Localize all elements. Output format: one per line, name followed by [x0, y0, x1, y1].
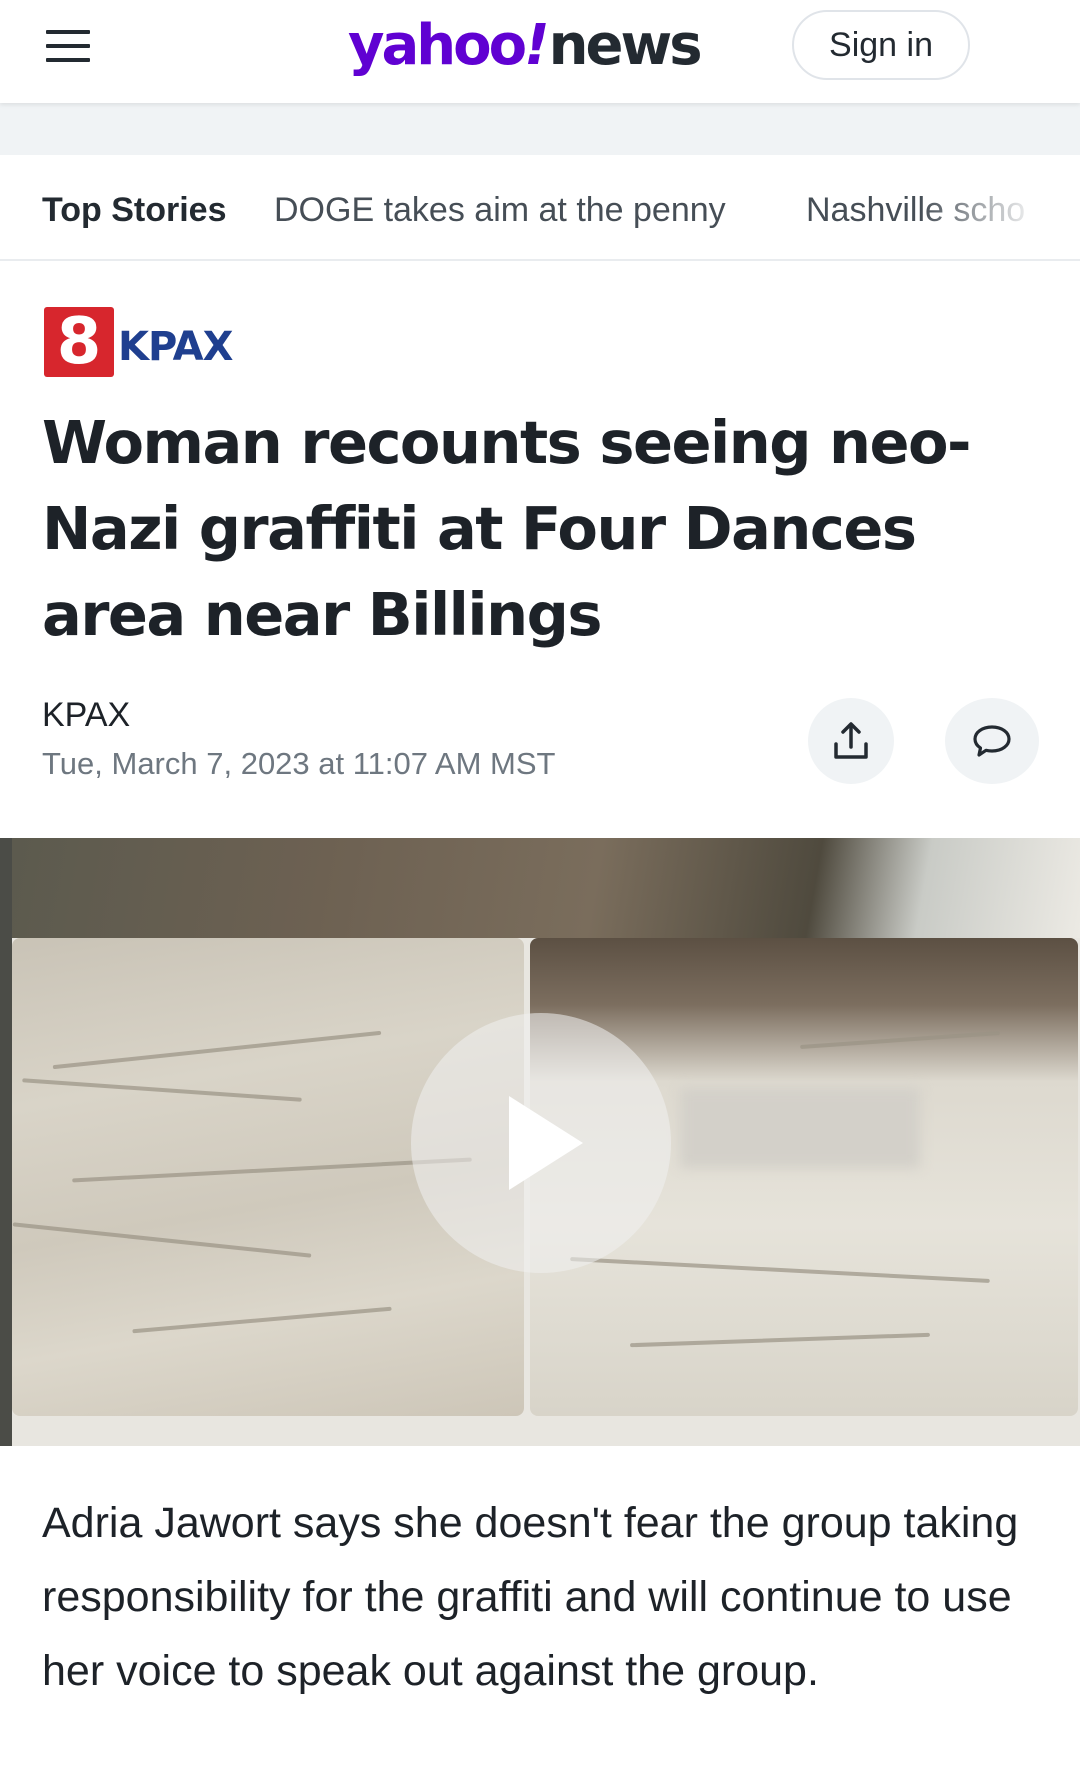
sign-in-button[interactable]: Sign in	[792, 10, 970, 80]
article-headline: Woman recounts seeing neo-Nazi graffiti …	[42, 408, 972, 649]
article-video[interactable]	[0, 838, 1080, 1446]
video-background-hillside	[0, 838, 1080, 938]
play-icon	[509, 1096, 583, 1190]
video-left-edge	[0, 838, 12, 1446]
top-header: yahoo! news Sign in	[0, 0, 1080, 103]
comment-button[interactable]	[945, 698, 1039, 784]
tabs-fade-overlay	[920, 155, 1080, 259]
provider-logo-number: 8	[44, 307, 114, 377]
provider-logo-name: KPAX	[118, 324, 233, 370]
hamburger-menu-icon[interactable]	[42, 26, 94, 66]
yahoo-news-logo[interactable]: yahoo! news	[348, 6, 703, 86]
article-summary: Adria Jawort says she doesn't fear the g…	[42, 1499, 1019, 1695]
ad-placeholder-band	[0, 103, 1080, 155]
blurred-graffiti	[680, 1088, 920, 1168]
article-timestamp: Tue, March 7, 2023 at 11:07 AM MST	[42, 746, 556, 781]
provider-logo[interactable]: 8 KPAX	[44, 306, 233, 378]
article-author[interactable]: KPAX	[42, 696, 130, 735]
video-play-button[interactable]	[411, 1013, 671, 1273]
share-button[interactable]	[808, 698, 894, 784]
comment-icon	[973, 725, 1011, 757]
tab-doge-penny[interactable]: DOGE takes aim at the penny	[274, 191, 726, 230]
share-icon	[834, 722, 868, 759]
topic-tabs: Top Stories DOGE takes aim at the penny …	[0, 155, 1080, 261]
tab-top-stories[interactable]: Top Stories	[42, 191, 227, 230]
